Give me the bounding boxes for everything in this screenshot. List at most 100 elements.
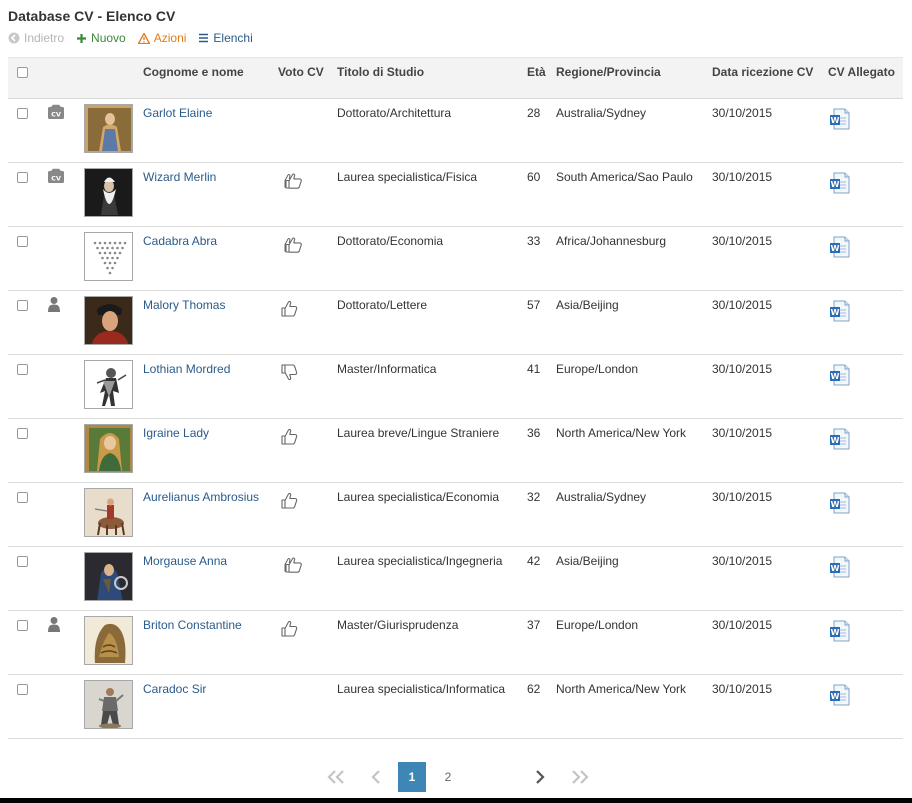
back-label: Indietro <box>24 31 65 45</box>
first-page-icon[interactable] <box>323 762 349 792</box>
candidate-photo[interactable] <box>84 232 133 281</box>
new-button[interactable]: Nuovo <box>76 31 126 45</box>
table-header-row: Cognome e nome Voto CV Titolo di Studio … <box>8 57 903 99</box>
candidate-photo[interactable] <box>84 680 133 729</box>
last-page-icon[interactable] <box>567 762 593 792</box>
word-document-icon[interactable]: W <box>829 556 851 581</box>
candidate-name-link[interactable]: Caradoc Sir <box>143 682 206 696</box>
header-name[interactable]: Cognome e nome <box>139 57 274 99</box>
word-document-icon[interactable]: W <box>829 364 851 389</box>
degree-cell: Dottorato/Architettura <box>333 98 523 163</box>
candidate-photo[interactable] <box>84 360 133 409</box>
svg-text:W: W <box>831 116 840 125</box>
word-document-icon[interactable]: W <box>829 172 851 197</box>
lists-button[interactable]: Elenchi <box>198 31 253 45</box>
word-document-icon[interactable]: W <box>829 236 851 261</box>
candidate-name-link[interactable]: Garlot Elaine <box>143 106 212 120</box>
table-row[interactable]: CV Garlot Elaine Dottorato/Architettura 28 A… <box>8 98 903 163</box>
table-row[interactable]: Cadabra Abra Dottorato/Economia 33 Africa/J… <box>8 226 903 291</box>
degree-cell: Laurea specialistica/Economia <box>333 482 523 547</box>
age-cell: 33 <box>523 226 552 291</box>
back-button[interactable]: Indietro <box>8 31 64 45</box>
table-row[interactable]: Caradoc Sir Laurea specialistica/Informat… <box>8 674 903 739</box>
table-row[interactable]: CV Wizard Merlin Laurea specialistica/Fisi… <box>8 162 903 227</box>
candidate-photo[interactable] <box>84 104 133 153</box>
word-document-icon[interactable]: W <box>829 620 851 645</box>
svg-text:W: W <box>831 436 840 445</box>
actions-label: Azioni <box>153 31 187 45</box>
date-cell: 30/10/2015 <box>708 98 824 163</box>
word-document-icon[interactable]: W <box>829 108 851 133</box>
prev-page-icon[interactable] <box>366 762 386 792</box>
row-checkbox[interactable] <box>17 556 28 567</box>
candidate-photo[interactable] <box>84 488 133 537</box>
region-cell: Africa/Johannesburg <box>552 226 708 291</box>
candidate-name-link[interactable]: Igraine Lady <box>143 426 209 440</box>
svg-text:W: W <box>831 308 840 317</box>
thumbs-down-icon <box>280 364 298 384</box>
row-checkbox[interactable] <box>17 620 28 631</box>
warning-icon <box>137 32 150 44</box>
header-attachment[interactable]: CV Allegato <box>824 57 903 99</box>
word-document-icon[interactable]: W <box>829 300 851 325</box>
header-degree[interactable]: Titolo di Studio <box>333 57 523 99</box>
svg-text:W: W <box>831 692 840 701</box>
row-checkbox[interactable] <box>17 684 28 695</box>
candidate-name-link[interactable]: Morgause Anna <box>143 554 227 568</box>
plus-icon <box>76 33 87 44</box>
row-checkbox[interactable] <box>17 236 28 247</box>
svg-text:W: W <box>831 628 840 637</box>
table-row[interactable]: Morgause Anna Laurea specialistica/Ingegn… <box>8 546 903 611</box>
bottom-border <box>0 798 912 803</box>
row-checkbox[interactable] <box>17 108 28 119</box>
header-date[interactable]: Data ricezione CV <box>708 57 824 99</box>
date-cell: 30/10/2015 <box>708 482 824 547</box>
candidate-photo[interactable] <box>84 168 133 217</box>
status-header <box>39 57 80 99</box>
lists-label: Elenchi <box>213 31 253 45</box>
candidate-name-link[interactable]: Briton Constantine <box>143 618 242 632</box>
candidate-photo[interactable] <box>84 552 133 601</box>
table-row[interactable]: Igraine Lady Laurea breve/Lingue Stranier… <box>8 418 903 483</box>
row-checkbox[interactable] <box>17 492 28 503</box>
header-vote[interactable]: Voto CV <box>274 57 333 99</box>
header-age[interactable]: Età <box>523 57 552 99</box>
table-row[interactable]: Malory Thomas Dottorato/Lettere 57 Asia/Bei… <box>8 290 903 355</box>
candidate-name-link[interactable]: Lothian Mordred <box>143 362 230 376</box>
header-region[interactable]: Regione/Provincia <box>552 57 708 99</box>
candidate-name-link[interactable]: Aurelianus Ambrosius <box>143 490 259 504</box>
actions-button[interactable]: Azioni <box>137 31 187 45</box>
region-cell: Australia/Sydney <box>552 98 708 163</box>
person-icon <box>47 616 61 635</box>
page-button-1[interactable]: 1 <box>398 762 426 792</box>
row-checkbox[interactable] <box>17 300 28 311</box>
svg-text:W: W <box>831 244 840 253</box>
row-checkbox[interactable] <box>17 172 28 183</box>
table-row[interactable]: Briton Constantine Master/Giurisprudenza 3… <box>8 610 903 675</box>
candidate-photo[interactable] <box>84 424 133 473</box>
age-cell: 60 <box>523 162 552 227</box>
row-checkbox[interactable] <box>17 364 28 375</box>
region-cell: Europe/London <box>552 610 708 675</box>
next-page-icon[interactable] <box>530 762 550 792</box>
table-row[interactable]: Aurelianus Ambrosius Laurea specialistica… <box>8 482 903 547</box>
word-document-icon[interactable]: W <box>829 684 851 709</box>
candidate-name-link[interactable]: Malory Thomas <box>143 298 225 312</box>
word-document-icon[interactable]: W <box>829 428 851 453</box>
table-row[interactable]: Lothian Mordred Master/Informatica 41 Europ… <box>8 354 903 419</box>
word-document-icon[interactable]: W <box>829 492 851 517</box>
candidate-name-link[interactable]: Wizard Merlin <box>143 170 216 184</box>
date-cell: 30/10/2015 <box>708 290 824 355</box>
row-checkbox[interactable] <box>17 428 28 439</box>
thumbs-up-icon <box>280 620 298 640</box>
svg-text:W: W <box>831 564 840 573</box>
region-cell: North America/New York <box>552 418 708 483</box>
region-cell: Asia/Beijing <box>552 546 708 611</box>
candidate-photo[interactable] <box>84 616 133 665</box>
candidate-photo[interactable] <box>84 296 133 345</box>
cv-icon: CV <box>47 104 65 123</box>
select-all-checkbox[interactable] <box>17 67 28 78</box>
age-cell: 28 <box>523 98 552 163</box>
page-button-2[interactable]: 2 <box>438 762 458 792</box>
candidate-name-link[interactable]: Cadabra Abra <box>143 234 217 248</box>
